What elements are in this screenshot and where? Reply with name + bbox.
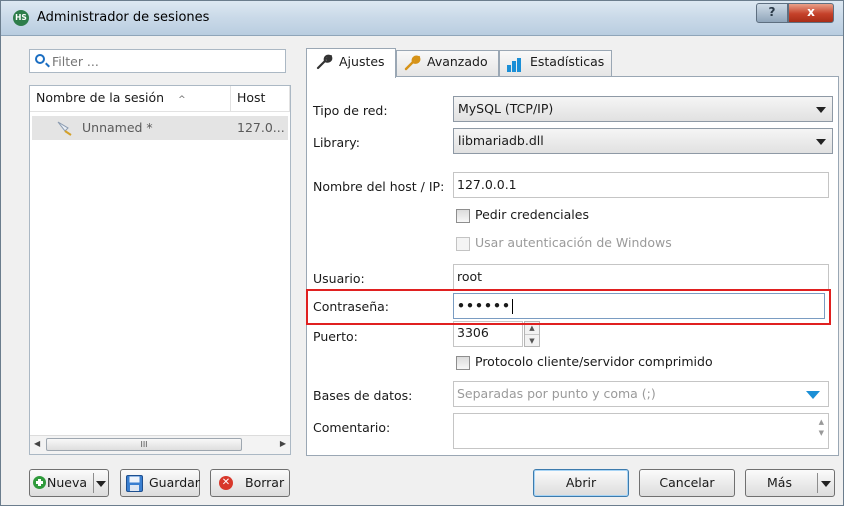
session-list[interactable]: Nombre de la sesión ^ Host Unnamed * 127… xyxy=(29,85,291,455)
dropdown-triangle-icon[interactable] xyxy=(806,391,820,399)
databases-placeholder: Separadas por punto y coma (;) xyxy=(457,386,656,401)
tab-estadisticas[interactable]: Estadísticas xyxy=(499,50,612,76)
split-dropdown-icon[interactable] xyxy=(821,481,831,487)
filter-box[interactable] xyxy=(29,49,286,73)
session-row[interactable]: Unnamed * 127.0... xyxy=(32,116,288,140)
user-label: Usuario: xyxy=(313,271,365,286)
library-select[interactable]: libmariadb.dll xyxy=(453,128,833,154)
ask-credentials-checkbox[interactable] xyxy=(456,209,470,223)
network-type-select[interactable]: MySQL (TCP/IP) xyxy=(453,96,833,122)
session-host: 127.0... xyxy=(237,120,285,135)
split-dropdown-icon[interactable] xyxy=(96,481,106,487)
tab-ajustes[interactable]: Ajustes xyxy=(306,48,396,78)
tab-label: Estadísticas xyxy=(530,54,605,69)
session-name: Unnamed * xyxy=(82,120,153,135)
compression-label: Protocolo cliente/servidor comprimido xyxy=(475,354,713,369)
save-button-label: Guardar xyxy=(149,475,200,490)
save-button[interactable]: Guardar xyxy=(120,469,200,497)
delete-icon: ✕ xyxy=(219,476,233,490)
cancel-button[interactable]: Cancelar xyxy=(639,469,735,497)
column-header-host[interactable]: Host xyxy=(231,86,290,112)
databases-input[interactable]: Separadas por punto y coma (;) xyxy=(453,381,829,407)
plus-icon xyxy=(33,476,46,489)
user-input[interactable]: root xyxy=(453,264,829,290)
tab-label: Avanzado xyxy=(427,54,488,69)
tab-avanzado[interactable]: Avanzado xyxy=(396,50,499,76)
scroll-right-arrow-icon[interactable]: ▶ xyxy=(280,439,286,448)
open-button[interactable]: Abrir xyxy=(533,469,629,497)
more-button-label: Más xyxy=(767,475,792,490)
session-icon xyxy=(56,119,74,137)
comment-label: Comentario: xyxy=(313,420,391,435)
more-button[interactable]: Más xyxy=(745,469,835,497)
horizontal-scrollbar[interactable]: ◀ III ▶ xyxy=(30,435,290,454)
port-label: Puerto: xyxy=(313,329,358,344)
chevron-down-icon[interactable] xyxy=(816,139,826,145)
help-button[interactable]: ? xyxy=(756,3,788,23)
network-type-label: Tipo de red: xyxy=(313,103,388,118)
heidisql-app-icon: HS xyxy=(13,10,29,26)
delete-button-label: Borrar xyxy=(245,475,285,490)
window-title: Administrador de sesiones xyxy=(37,10,210,25)
session-manager-window: HS Administrador de sesiones ? x Nombre … xyxy=(0,0,844,506)
chevron-down-icon[interactable] xyxy=(816,107,826,113)
stepper-down-icon[interactable]: ▼ xyxy=(525,335,539,347)
wrench-icon xyxy=(315,53,333,80)
close-button[interactable]: x xyxy=(788,3,834,23)
textarea-scroll-arrows-icon[interactable]: ▲ ▼ xyxy=(819,417,824,439)
new-session-button[interactable]: Nueva xyxy=(29,469,109,497)
library-value: libmariadb.dll xyxy=(458,133,544,148)
sort-ascending-icon: ^ xyxy=(178,95,186,105)
windows-auth-label: Usar autenticación de Windows xyxy=(475,235,672,250)
new-button-label: Nueva xyxy=(47,475,88,490)
comment-textarea[interactable]: ▲ ▼ xyxy=(453,413,829,449)
compression-checkbox[interactable] xyxy=(456,356,470,370)
floppy-disk-icon xyxy=(126,475,143,501)
delete-button[interactable]: ✕ Borrar xyxy=(210,469,290,497)
ask-credentials-label: Pedir credenciales xyxy=(475,207,589,222)
host-input[interactable]: 127.0.0.1 xyxy=(453,172,829,198)
databases-label: Bases de datos: xyxy=(313,388,413,403)
column-header-session-name[interactable]: Nombre de la sesión ^ xyxy=(30,86,231,112)
scroll-thumb[interactable]: III xyxy=(46,438,242,451)
search-icon xyxy=(35,54,45,64)
password-highlight-box xyxy=(306,289,831,325)
split-divider xyxy=(817,473,818,493)
network-type-value: MySQL (TCP/IP) xyxy=(458,101,554,116)
scroll-left-arrow-icon[interactable]: ◀ xyxy=(34,439,40,448)
windows-auth-checkbox[interactable] xyxy=(456,237,470,251)
library-label: Library: xyxy=(313,135,361,150)
filter-input[interactable] xyxy=(52,52,277,70)
column-header-label: Nombre de la sesión xyxy=(36,90,165,105)
title-bar[interactable]: HS Administrador de sesiones ? x xyxy=(1,1,843,36)
split-divider xyxy=(93,473,94,493)
host-label: Nombre del host / IP: xyxy=(313,179,445,194)
tab-label: Ajustes xyxy=(339,54,385,69)
